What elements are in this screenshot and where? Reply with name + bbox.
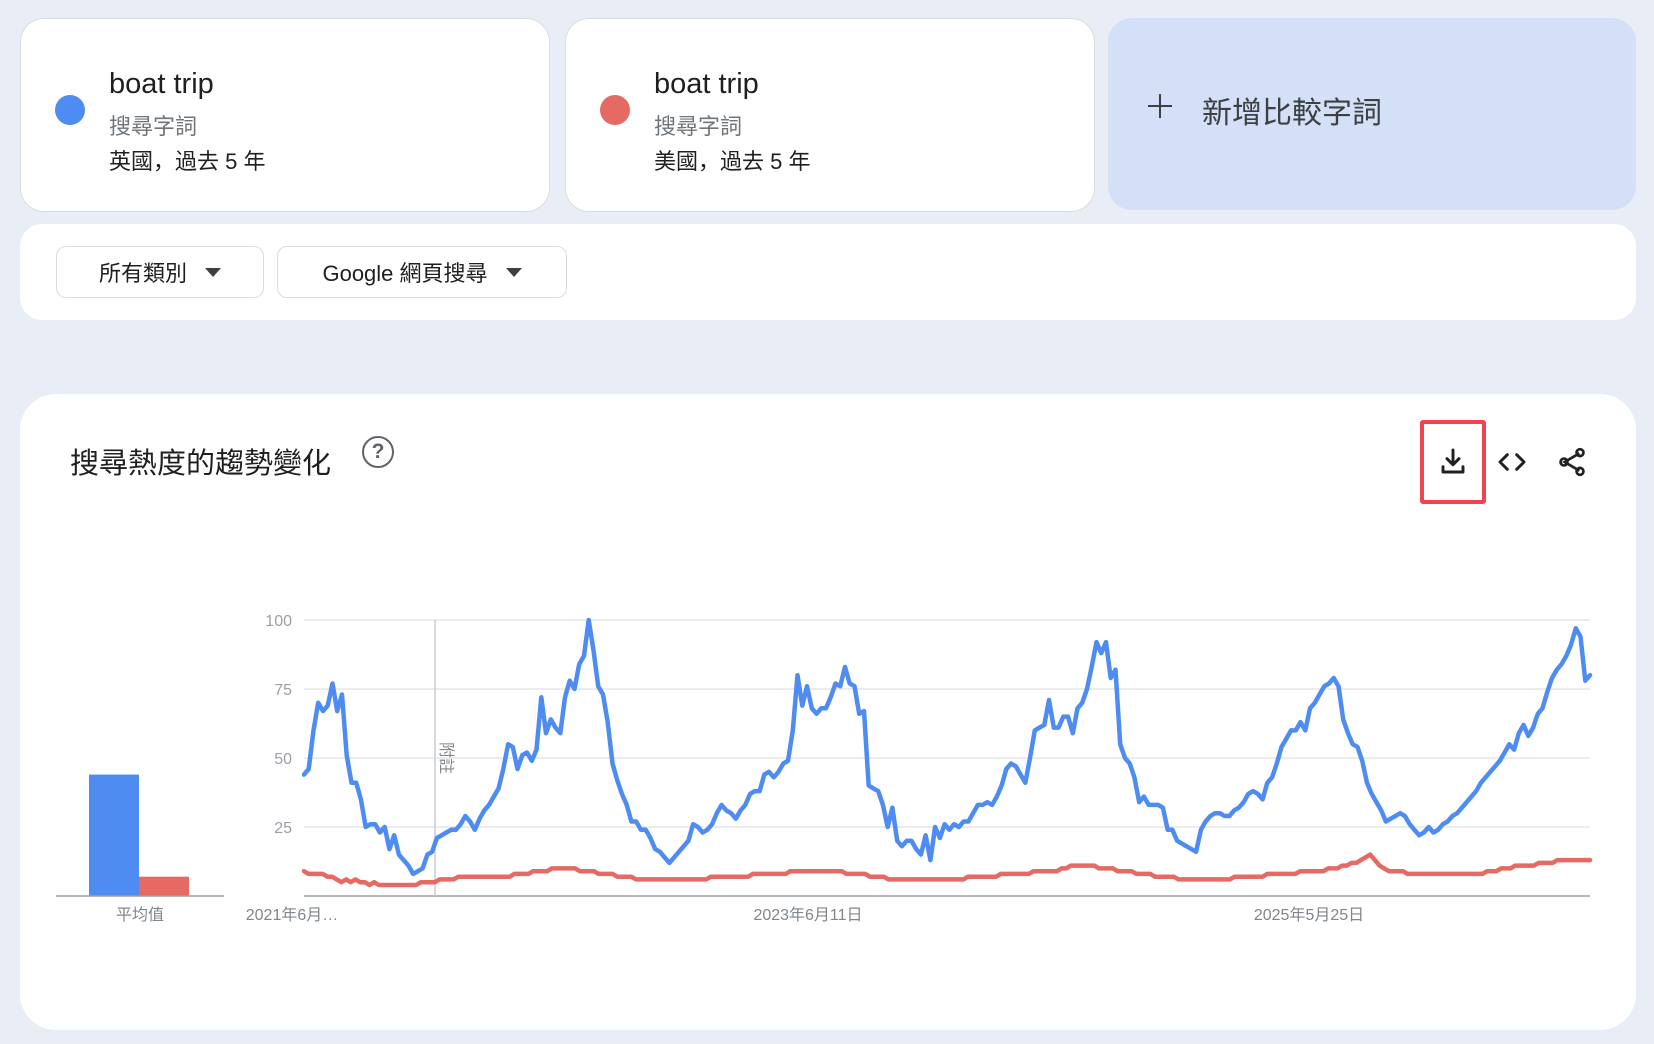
plus-icon — [1148, 94, 1172, 118]
term-kind: 搜尋字詞 — [109, 114, 198, 139]
average-label: 平均值 — [116, 906, 164, 924]
dropdown-arrow-icon — [505, 267, 522, 277]
interest-over-time-panel: 搜尋熱度的趨勢變化 ? 25 50 75 100 附註 平均值 2021年6月… 202… — [20, 394, 1636, 1030]
series-color-dot — [55, 95, 85, 125]
term-card-1[interactable]: boat trip 搜尋字詞 英國，過去 5 年 — [20, 18, 550, 212]
trend-chart: 25 50 75 100 附註 平均值 2021年6月… 2023年6月11日 2025年… — [56, 613, 1593, 924]
y-tick-label: 25 — [274, 820, 292, 837]
x-tick-label: 2025年5月25日 — [1254, 906, 1364, 924]
annotation-label[interactable]: 附註 — [437, 742, 455, 774]
category-dropdown[interactable]: 所有類別 — [56, 246, 264, 298]
add-compare-button[interactable]: 新增比較字詞 — [1108, 18, 1636, 210]
term-scope[interactable]: 美國，過去 5 年 — [654, 144, 810, 176]
x-tick-label: 2023年6月11日 — [753, 906, 862, 924]
term-kind: 搜尋字詞 — [654, 114, 743, 139]
average-bar[interactable] — [139, 876, 189, 896]
term-scope[interactable]: 英國，過去 5 年 — [109, 144, 265, 176]
series-line[interactable] — [301, 852, 1593, 888]
term-name: boat trip — [109, 68, 214, 100]
category-label: 所有類別 — [98, 261, 187, 286]
y-tick-label: 75 — [274, 682, 292, 699]
series-line[interactable] — [301, 617, 1593, 877]
search-type-label: Google 網頁搜尋 — [322, 261, 488, 286]
series-color-dot — [600, 95, 630, 125]
search-type-dropdown[interactable]: Google 網頁搜尋 — [277, 246, 567, 298]
average-bar[interactable] — [89, 774, 139, 896]
term-card-2[interactable]: boat trip 搜尋字詞 美國，過去 5 年 — [565, 18, 1095, 212]
add-compare-label: 新增比較字詞 — [1202, 97, 1382, 130]
y-tick-label: 50 — [274, 751, 292, 768]
term-name: boat trip — [654, 68, 759, 100]
dropdown-arrow-icon — [205, 267, 221, 277]
filter-bar: 所有類別 Google 網頁搜尋 — [20, 224, 1636, 320]
y-tick-label: 100 — [265, 613, 292, 630]
x-tick-label: 2021年6月… — [246, 906, 339, 924]
